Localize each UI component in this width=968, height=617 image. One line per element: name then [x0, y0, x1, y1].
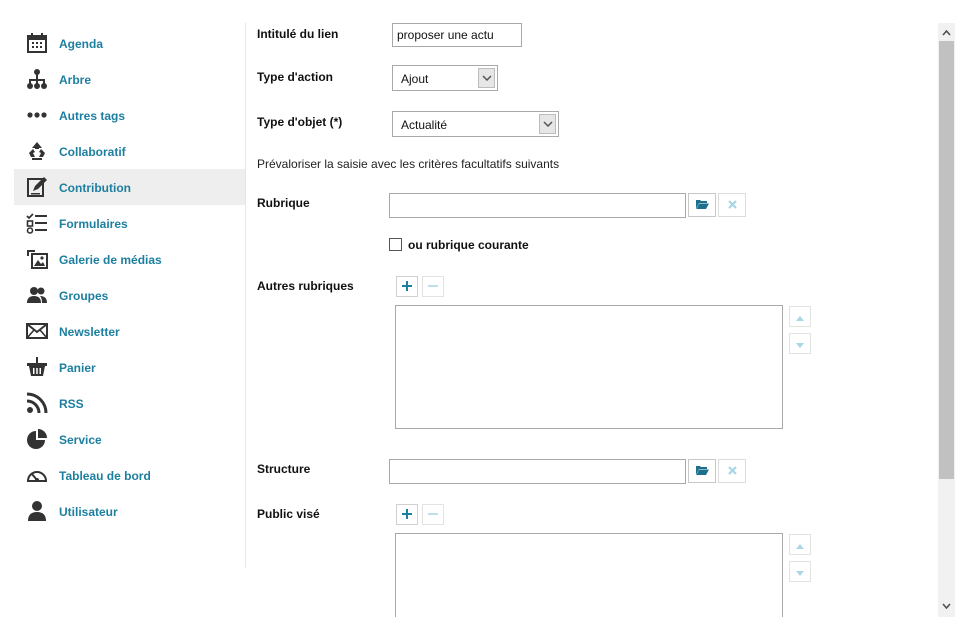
- sidebar-item-agenda[interactable]: Agenda: [14, 25, 245, 61]
- sidebar-item-label: Groupes: [59, 289, 109, 303]
- object-type-value: Actualité: [401, 118, 448, 132]
- sidebar-item-arbre[interactable]: Arbre: [14, 61, 245, 97]
- sidebar-item-contribution[interactable]: Contribution: [14, 169, 245, 205]
- sidebar-item-formulaires[interactable]: Formulaires: [14, 205, 245, 241]
- close-icon: [727, 464, 737, 478]
- vertical-scrollbar[interactable]: [938, 23, 955, 617]
- other-rubriques-move-up-button[interactable]: [789, 306, 811, 327]
- sidebar-item-rss[interactable]: RSS: [14, 385, 245, 421]
- folder-open-icon: [695, 198, 709, 212]
- arrow-up-icon: [796, 538, 804, 552]
- target-audience-remove-button[interactable]: [422, 504, 444, 525]
- recycle-arrows-icon: [26, 140, 48, 162]
- contribution-form: Intitulé du lien Type d'action Ajout Typ…: [246, 0, 936, 617]
- sidebar-item-label: Contribution: [59, 181, 131, 195]
- current-rubrique-checkbox[interactable]: [389, 238, 402, 251]
- rubrique-label: Rubrique: [257, 196, 310, 210]
- sidebar-item-label: Galerie de médias: [59, 253, 162, 267]
- sidebar-nav: Agenda Arbre Autres tags Collaboratif Co…: [14, 23, 246, 568]
- sidebar-item-label: Newsletter: [59, 325, 120, 339]
- structure-input[interactable]: [389, 459, 686, 484]
- scrollbar-thumb[interactable]: [939, 41, 954, 479]
- basket-icon: [26, 356, 48, 378]
- rubrique-browse-button[interactable]: [688, 193, 716, 217]
- envelope-icon: [26, 320, 48, 342]
- folder-open-icon: [695, 464, 709, 478]
- chevron-down-icon: [478, 68, 495, 88]
- structure-label: Structure: [257, 462, 311, 476]
- sidebar-item-label: Formulaires: [59, 217, 128, 231]
- sidebar-item-label: Collaboratif: [59, 145, 126, 159]
- structure-clear-button[interactable]: [718, 459, 746, 483]
- chevron-up-icon: [942, 25, 951, 39]
- sidebar-item-groupes[interactable]: Groupes: [14, 277, 245, 313]
- close-icon: [727, 198, 737, 212]
- sidebar-item-label: Autres tags: [59, 109, 126, 123]
- sidebar-item-panier[interactable]: Panier: [14, 349, 245, 385]
- scroll-down-button[interactable]: [938, 596, 955, 613]
- sidebar-item-service[interactable]: Service: [14, 421, 245, 457]
- rubrique-input[interactable]: [389, 193, 686, 218]
- action-type-label: Type d'action: [257, 70, 333, 84]
- group-icon: [26, 284, 48, 306]
- sidebar-item-label: Service: [59, 433, 102, 447]
- other-rubriques-listbox[interactable]: [395, 305, 783, 429]
- sidebar-item-utilisateur[interactable]: Utilisateur: [14, 493, 245, 529]
- target-audience-listbox[interactable]: [395, 533, 783, 617]
- sidebar-item-tableau-de-bord[interactable]: Tableau de bord: [14, 457, 245, 493]
- minus-icon: [428, 508, 438, 522]
- sidebar-item-galerie-medias[interactable]: Galerie de médias: [14, 241, 245, 277]
- plus-icon: [402, 508, 412, 522]
- sidebar-item-label: Tableau de bord: [59, 469, 151, 483]
- sidebar-item-collaboratif[interactable]: Collaboratif: [14, 133, 245, 169]
- other-rubriques-add-button[interactable]: [396, 276, 418, 297]
- user-icon: [26, 500, 48, 522]
- target-audience-label: Public visé: [257, 507, 320, 521]
- object-type-label: Type d'objet (*): [257, 115, 343, 129]
- chevron-down-icon: [539, 114, 556, 134]
- target-audience-move-up-button[interactable]: [789, 534, 811, 555]
- arrow-up-icon: [796, 310, 804, 324]
- target-audience-add-button[interactable]: [396, 504, 418, 525]
- minus-icon: [428, 280, 438, 294]
- sidebar-item-label: Panier: [59, 361, 96, 375]
- structure-browse-button[interactable]: [688, 459, 716, 483]
- sidebar-item-label: RSS: [59, 397, 84, 411]
- edit-icon: [26, 176, 48, 198]
- calendar-icon: [26, 32, 48, 54]
- sidebar-item-label: Utilisateur: [59, 505, 118, 519]
- arrow-down-icon: [796, 337, 804, 351]
- gauge-icon: [26, 464, 48, 486]
- current-rubrique-label: ou rubrique courante: [408, 238, 529, 252]
- sidebar-item-autres-tags[interactable]: Autres tags: [14, 97, 245, 133]
- tree-icon: [26, 68, 48, 90]
- action-type-select[interactable]: Ajout: [392, 65, 498, 91]
- scroll-up-button[interactable]: [938, 23, 955, 40]
- sidebar-item-label: Arbre: [59, 73, 92, 87]
- action-type-value: Ajout: [401, 72, 429, 86]
- target-audience-move-down-button[interactable]: [789, 561, 811, 582]
- dots-icon: [26, 104, 48, 126]
- rubrique-clear-button[interactable]: [718, 193, 746, 217]
- other-rubriques-move-down-button[interactable]: [789, 333, 811, 354]
- sidebar-item-label: Agenda: [59, 37, 104, 51]
- media-gallery-icon: [26, 248, 48, 270]
- other-rubriques-remove-button[interactable]: [422, 276, 444, 297]
- link-title-input[interactable]: [392, 23, 522, 47]
- pie-chart-icon: [26, 428, 48, 450]
- arrow-down-icon: [796, 565, 804, 579]
- plus-icon: [402, 280, 412, 294]
- link-title-label: Intitulé du lien: [257, 27, 339, 41]
- other-rubriques-label: Autres rubriques: [257, 279, 354, 293]
- rss-icon: [26, 392, 48, 414]
- checklist-icon: [26, 212, 48, 234]
- chevron-down-icon: [942, 598, 951, 612]
- sidebar-item-newsletter[interactable]: Newsletter: [14, 313, 245, 349]
- prefill-instructions: Prévaloriser la saisie avec les critères…: [257, 157, 560, 171]
- object-type-select[interactable]: Actualité: [392, 111, 559, 137]
